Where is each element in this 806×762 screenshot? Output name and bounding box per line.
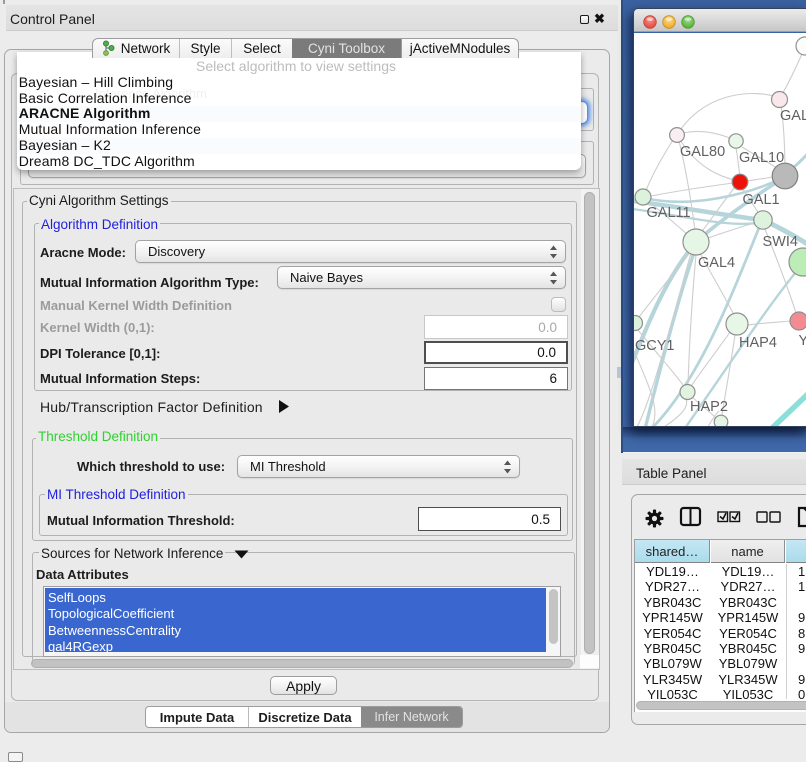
svg-text:HAP2: HAP2 [690, 399, 728, 415]
svg-text:HAP4: HAP4 [739, 335, 777, 351]
svg-text:GAL: GAL [780, 108, 806, 124]
svg-text:GAL1: GAL1 [743, 192, 780, 208]
svg-text:GAL4: GAL4 [698, 255, 735, 271]
svg-text:GAL10: GAL10 [739, 150, 784, 166]
svg-text:GAL11: GAL11 [647, 205, 691, 221]
svg-text:SWI4: SWI4 [763, 234, 798, 250]
svg-text:GCY1: GCY1 [635, 338, 675, 354]
svg-text:Y: Y [799, 333, 806, 349]
svg-text:GAL80: GAL80 [680, 144, 725, 160]
